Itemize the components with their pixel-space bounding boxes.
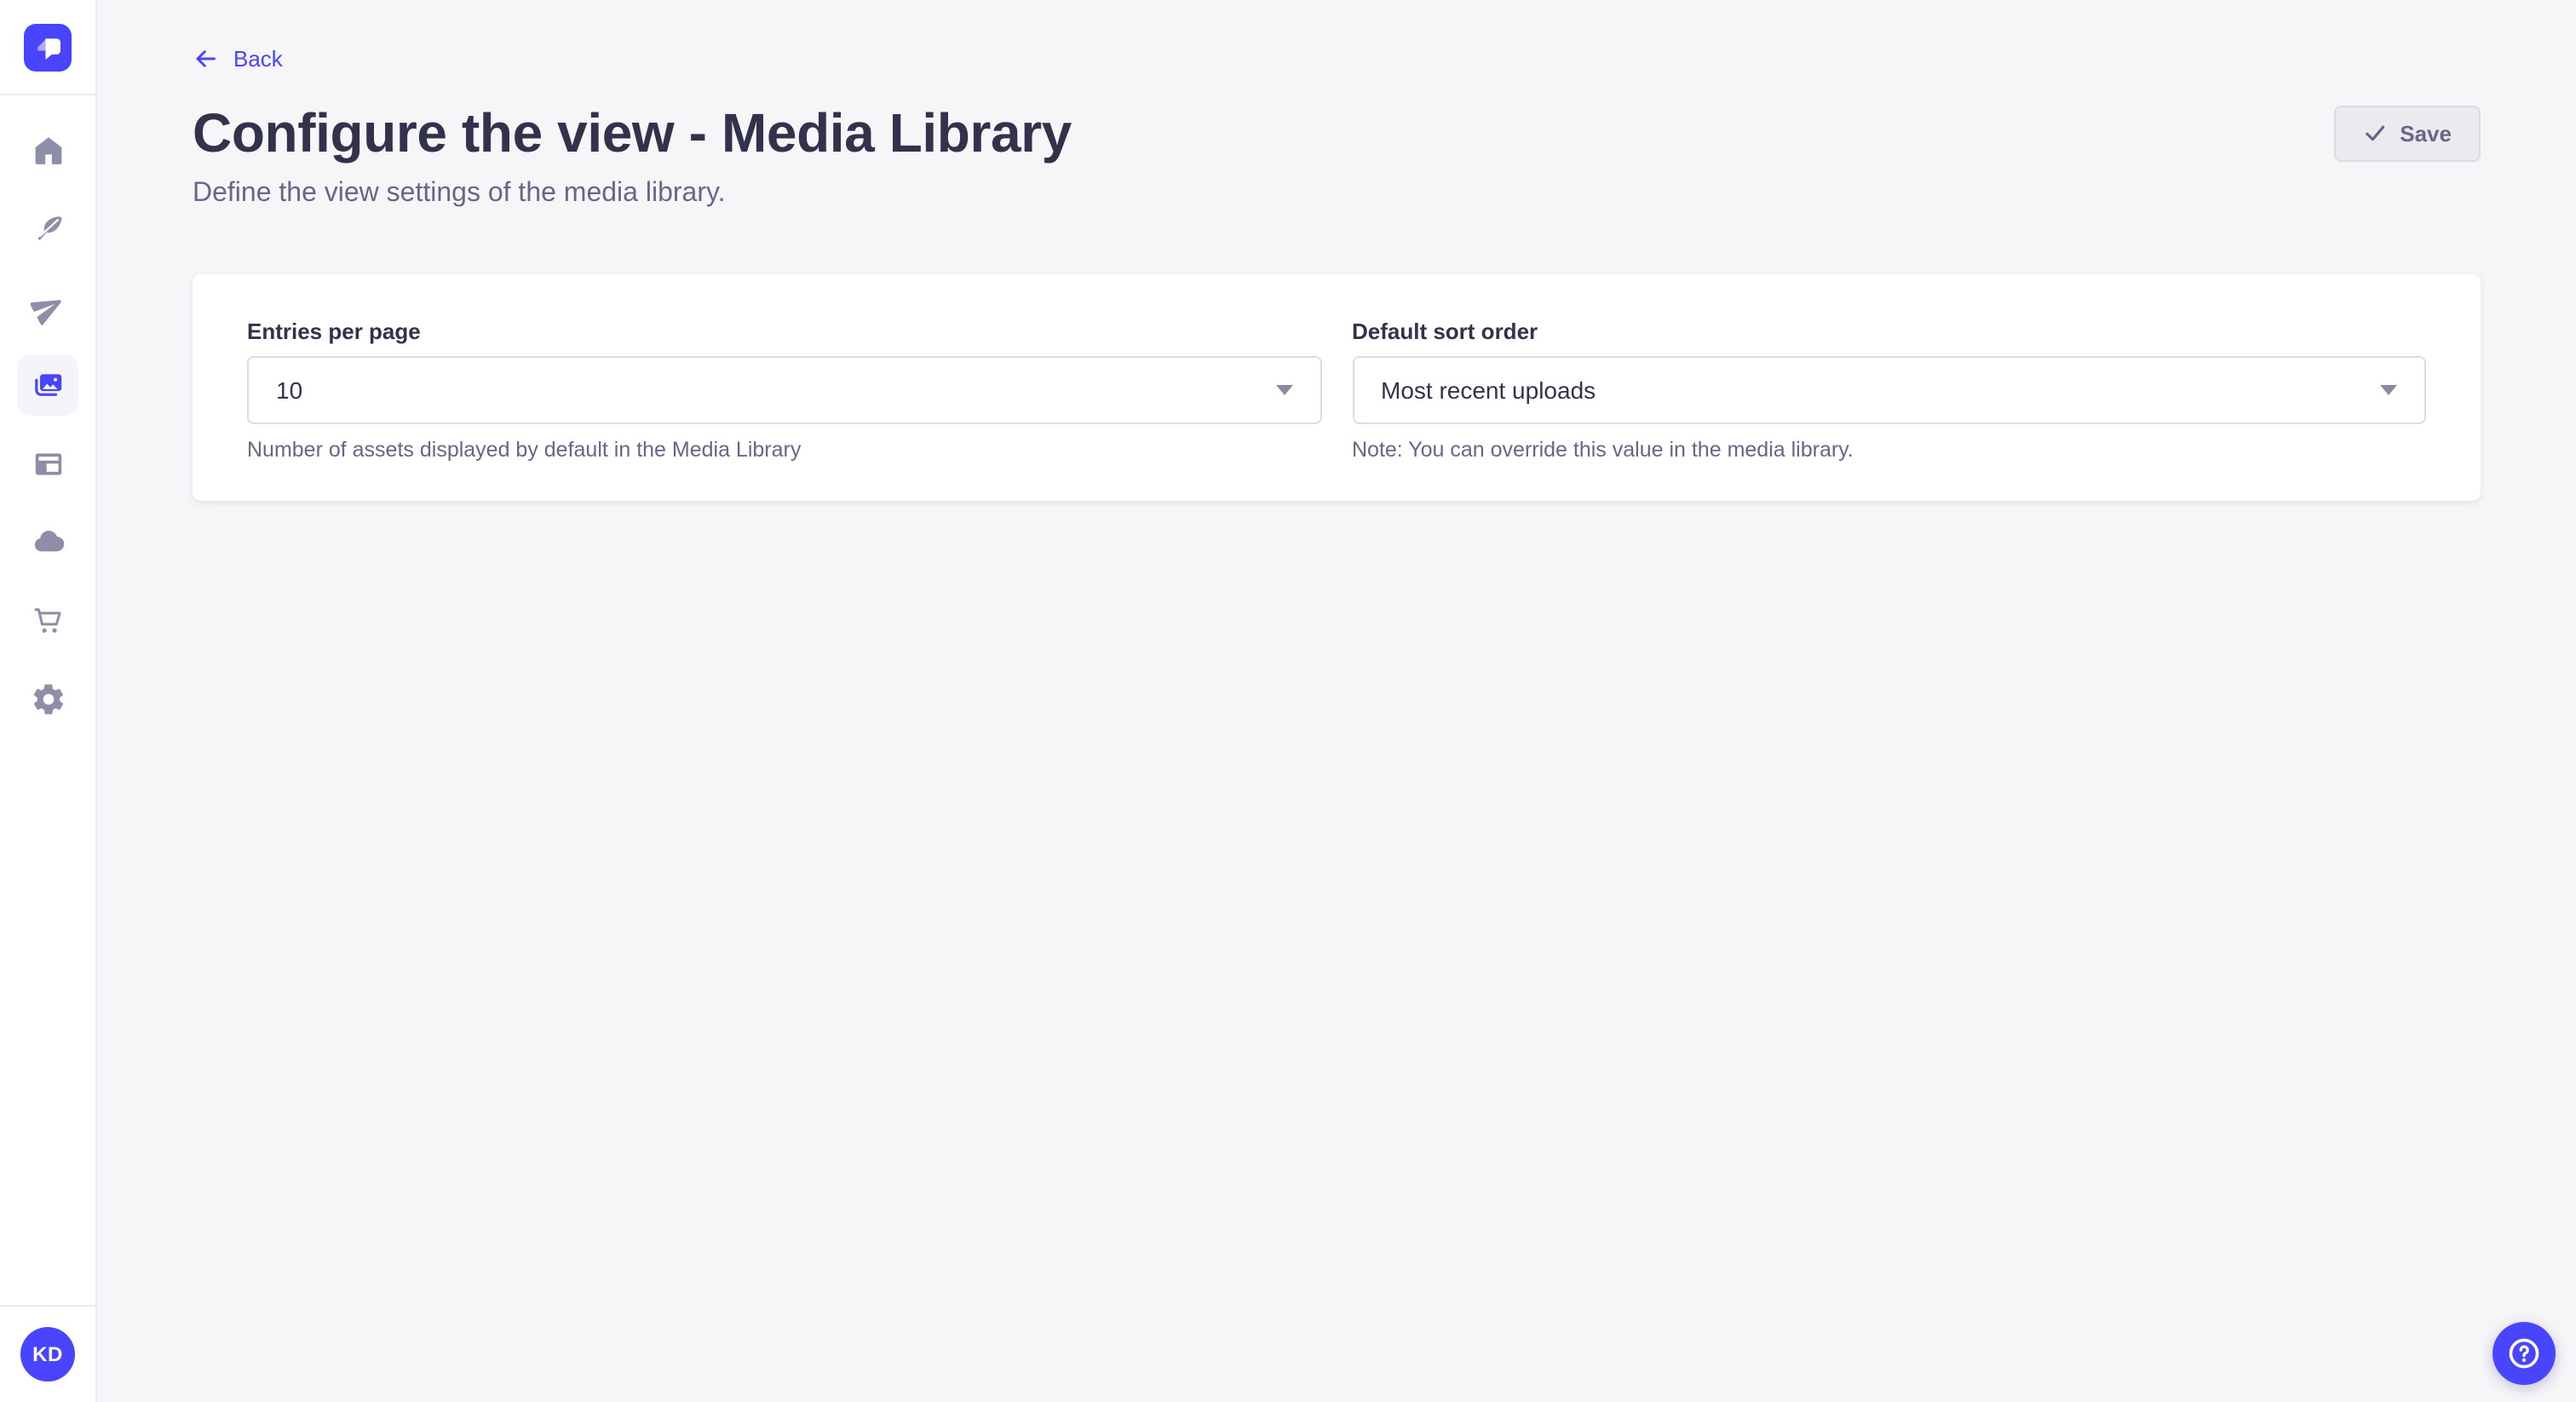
sidebar-logo-section bbox=[0, 0, 95, 95]
sidebar: KD bbox=[0, 0, 97, 1402]
default-sort-order-select[interactable]: Most recent uploads bbox=[1352, 356, 2426, 424]
back-link[interactable]: Back bbox=[193, 46, 283, 72]
sidebar-item-home[interactable] bbox=[17, 119, 78, 181]
cloud-icon bbox=[30, 524, 66, 560]
entries-per-page-select[interactable]: 10 bbox=[247, 356, 1321, 424]
back-label: Back bbox=[233, 46, 283, 72]
main-content: Back Configure the view - Media Library … bbox=[97, 0, 2576, 1402]
check-icon bbox=[2362, 121, 2386, 145]
field-default-sort-order: Default sort order Most recent uploads N… bbox=[1352, 319, 2426, 463]
default-sort-order-value: Most recent uploads bbox=[1381, 376, 1596, 404]
help-button[interactable] bbox=[2493, 1322, 2556, 1385]
send-icon bbox=[30, 289, 66, 325]
sidebar-item-releases[interactable] bbox=[17, 276, 78, 337]
strapi-logo[interactable] bbox=[24, 23, 72, 71]
chevron-down-icon bbox=[2380, 385, 2397, 395]
save-button[interactable]: Save bbox=[2333, 105, 2481, 161]
chevron-down-icon bbox=[1275, 385, 1292, 395]
page-title: Configure the view - Media Library bbox=[193, 99, 1072, 167]
default-sort-order-label: Default sort order bbox=[1352, 319, 2426, 346]
avatar[interactable]: KD bbox=[20, 1327, 75, 1382]
layout-icon bbox=[30, 445, 66, 481]
sidebar-footer: KD bbox=[0, 1305, 95, 1402]
entries-per-page-label: Entries per page bbox=[247, 319, 1321, 346]
sidebar-item-settings[interactable] bbox=[17, 668, 78, 729]
sidebar-item-deploy[interactable] bbox=[17, 511, 78, 572]
default-sort-order-hint: Note: You can override this value in the… bbox=[1352, 436, 2426, 463]
sidebar-nav bbox=[0, 95, 95, 729]
settings-card: Entries per page 10 Number of assets dis… bbox=[193, 274, 2481, 501]
question-circle-icon bbox=[2506, 1336, 2542, 1371]
sidebar-item-marketplace[interactable] bbox=[17, 589, 78, 651]
feather-icon bbox=[30, 210, 66, 246]
sidebar-item-media-library[interactable] bbox=[17, 354, 78, 416]
page-header: Back Configure the view - Media Library … bbox=[97, 0, 2576, 215]
media-library-icon bbox=[30, 367, 66, 403]
field-entries-per-page: Entries per page 10 Number of assets dis… bbox=[247, 319, 1321, 463]
gear-icon bbox=[30, 681, 66, 716]
cart-icon bbox=[30, 602, 66, 638]
page-subtitle: Define the view settings of the media li… bbox=[193, 174, 2481, 215]
title-row: Configure the view - Media Library Save bbox=[193, 99, 2481, 167]
entries-per-page-value: 10 bbox=[276, 376, 302, 404]
entries-per-page-hint: Number of assets displayed by default in… bbox=[247, 436, 1321, 463]
sidebar-item-content-type-builder[interactable] bbox=[17, 433, 78, 494]
strapi-logo-icon bbox=[30, 29, 66, 65]
sidebar-item-content-manager[interactable] bbox=[17, 198, 78, 259]
home-icon bbox=[30, 132, 66, 168]
app-root: KD Back Configure the view - Media Libra… bbox=[0, 0, 2576, 1402]
arrow-left-icon bbox=[193, 46, 218, 72]
save-label: Save bbox=[2400, 120, 2452, 146]
